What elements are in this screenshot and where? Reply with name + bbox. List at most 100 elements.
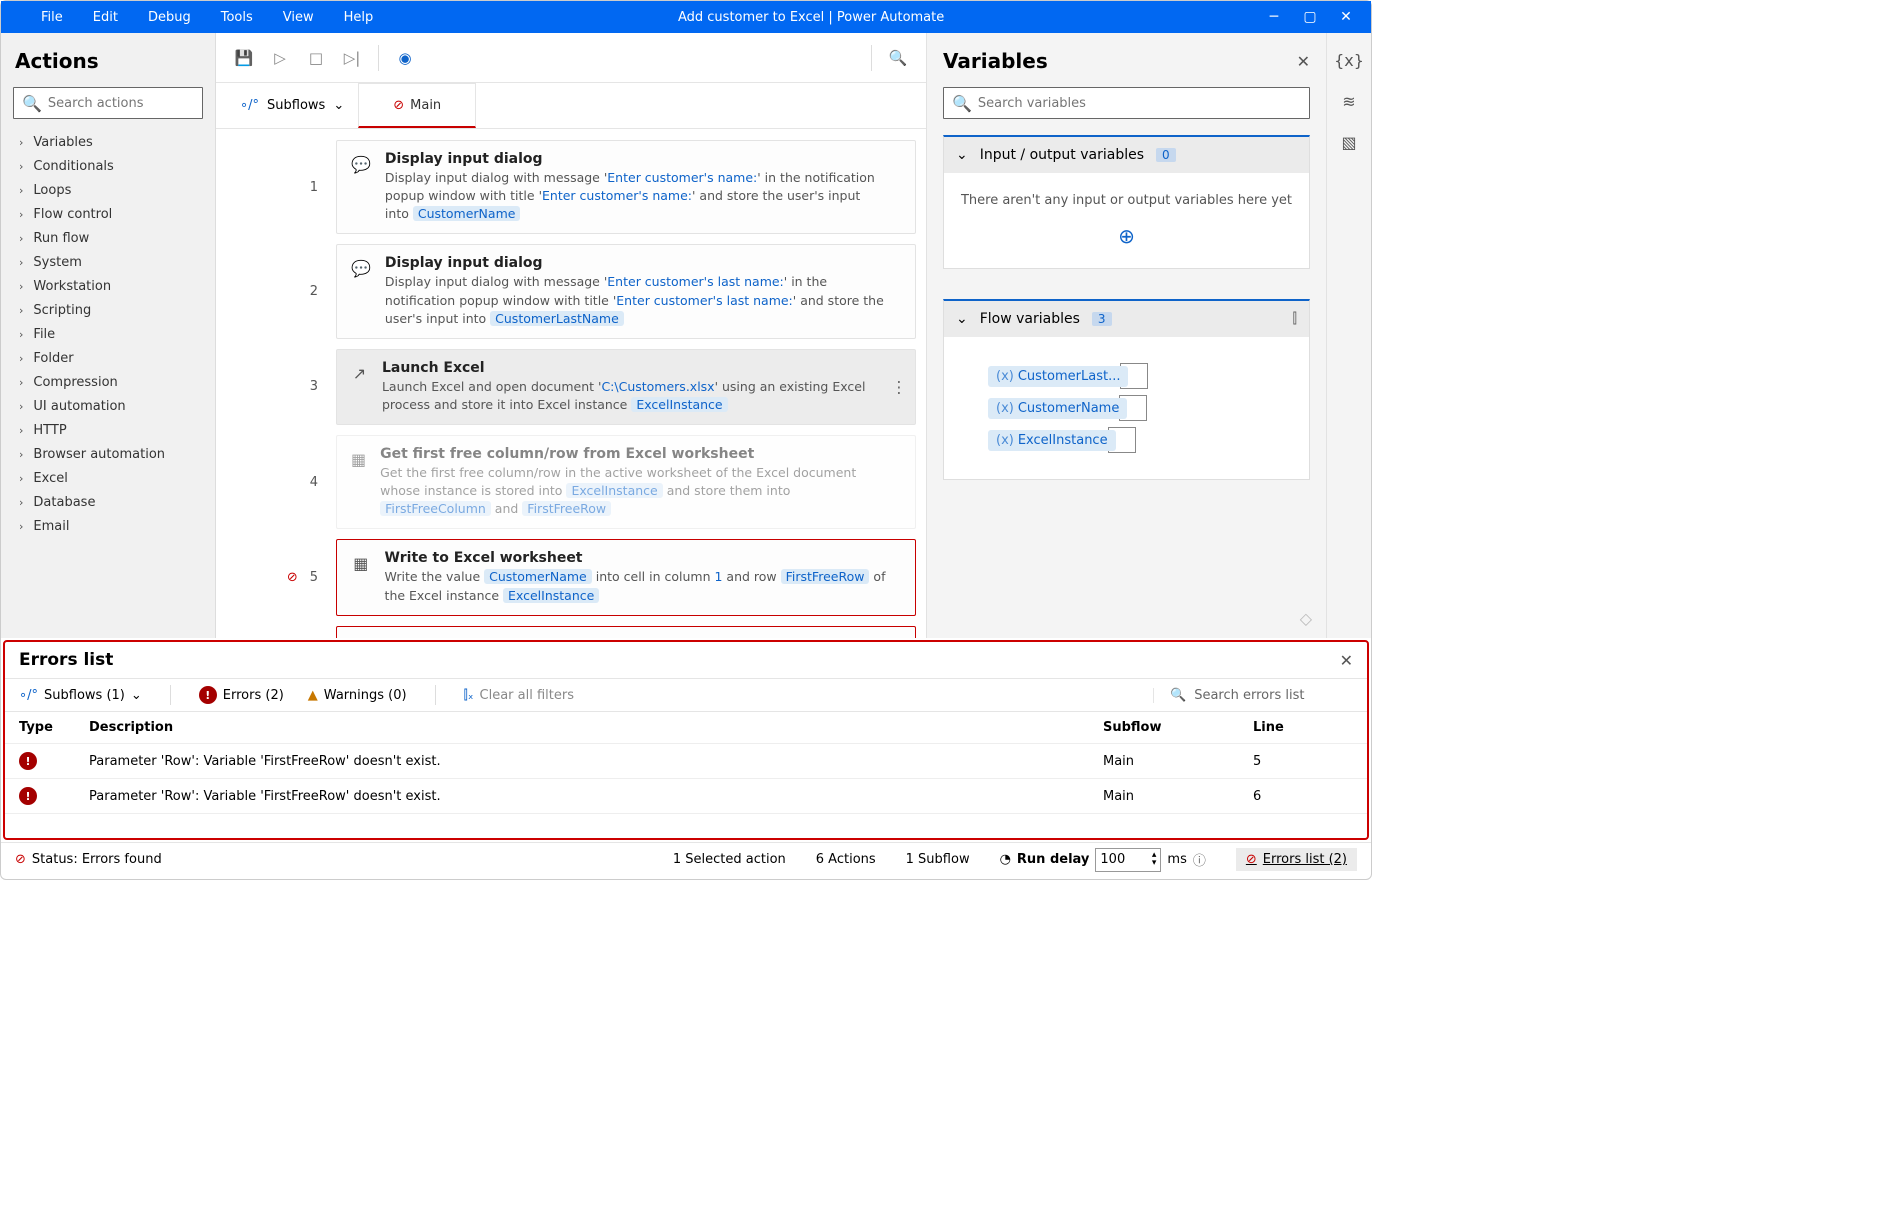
search-variables[interactable]: 🔍 — [943, 87, 1310, 119]
action-category-browser-automation[interactable]: ›Browser automation — [13, 447, 203, 462]
error-icon: ! — [199, 686, 217, 704]
minimize-icon[interactable]: ─ — [1263, 6, 1285, 28]
chevron-right-icon: › — [19, 400, 23, 413]
info-icon[interactable]: ⓘ — [1193, 850, 1206, 869]
action-category-scripting[interactable]: ›Scripting — [13, 303, 203, 318]
error-icon: ⊘ — [393, 98, 404, 113]
clear-filters-button[interactable]: ⫿ₓ Clear all filters — [464, 688, 574, 703]
chevron-right-icon: › — [19, 424, 23, 437]
run-delay-label: Run delay — [1017, 852, 1089, 867]
images-rail-icon[interactable]: ▧ — [1341, 133, 1356, 152]
close-variables-icon[interactable]: ✕ — [1297, 52, 1310, 71]
flow-step[interactable]: ▦Get first free column/row from Excel wo… — [336, 435, 916, 529]
next-step-icon[interactable]: ▷| — [338, 44, 366, 72]
menu-tools[interactable]: Tools — [221, 10, 253, 25]
status-subflow: 1 Subflow — [906, 852, 970, 867]
search-actions[interactable]: 🔍 — [13, 87, 203, 119]
error-line: 5 — [1253, 754, 1353, 769]
chevron-right-icon: › — [19, 184, 23, 197]
action-category-email[interactable]: ›Email — [13, 519, 203, 534]
add-io-variable-icon[interactable]: ⊕ — [954, 224, 1299, 248]
step-type-icon: 💬 — [351, 255, 371, 327]
menu-view[interactable]: View — [283, 10, 314, 25]
step-type-icon: 💬 — [351, 151, 371, 223]
subflows-button[interactable]: ∘/° Subflows ⌄ — [226, 83, 358, 128]
warnings-filter[interactable]: ▲ Warnings (0) — [308, 688, 407, 703]
spinner-icon[interactable]: ▴▾ — [1152, 852, 1157, 866]
run-icon[interactable]: ▷ — [266, 44, 294, 72]
search-actions-input[interactable] — [48, 96, 218, 111]
filter-icon[interactable]: ⫿ — [1293, 311, 1297, 327]
stop-icon[interactable]: □ — [302, 44, 330, 72]
subflows-filter[interactable]: ∘/° Subflows (1) ⌄ — [19, 688, 142, 703]
action-category-flow-control[interactable]: ›Flow control — [13, 207, 203, 222]
errors-title: Errors list — [19, 650, 113, 670]
subflow-icon: ∘/° — [240, 98, 259, 113]
maximize-icon[interactable]: ▢ — [1299, 6, 1321, 28]
col-subflow: Subflow — [1103, 720, 1253, 735]
action-category-compression[interactable]: ›Compression — [13, 375, 203, 390]
kebab-icon[interactable]: ⋮ — [891, 377, 907, 396]
flow-variable[interactable]: (x) CustomerLast... — [954, 363, 1299, 389]
action-category-ui-automation[interactable]: ›UI automation — [13, 399, 203, 414]
search-variables-input[interactable] — [978, 96, 1301, 111]
menu-debug[interactable]: Debug — [148, 10, 191, 25]
status-error-icon: ⊘ — [15, 852, 26, 867]
flow-step[interactable]: ↗Launch ExcelLaunch Excel and open docum… — [336, 349, 916, 425]
menu-edit[interactable]: Edit — [93, 10, 118, 25]
flow-step[interactable]: ▦Write to Excel worksheetWrite the value… — [336, 626, 916, 638]
right-rail: {x} ≋ ▧ — [1326, 33, 1371, 638]
tab-main[interactable]: ⊘ Main — [358, 83, 476, 128]
action-category-folder[interactable]: ›Folder — [13, 351, 203, 366]
chevron-down-icon: ⌄ — [333, 98, 344, 113]
action-category-loops[interactable]: ›Loops — [13, 183, 203, 198]
close-icon[interactable]: ✕ — [1335, 6, 1357, 28]
layers-rail-icon[interactable]: ≋ — [1342, 92, 1355, 111]
step-type-icon: ▦ — [351, 446, 366, 518]
flow-count-badge: 3 — [1092, 312, 1112, 326]
search-errors[interactable]: 🔍 Search errors list — [1153, 688, 1353, 703]
flow-step[interactable]: 💬Display input dialogDisplay input dialo… — [336, 244, 916, 338]
chevron-right-icon: › — [19, 448, 23, 461]
menu-file[interactable]: File — [41, 10, 63, 25]
variables-rail-icon[interactable]: {x} — [1334, 51, 1364, 70]
action-category-database[interactable]: ›Database — [13, 495, 203, 510]
chevron-right-icon: › — [19, 304, 23, 317]
flow-variables-header[interactable]: ⌄ Flow variables 3 ⫿ — [944, 301, 1309, 337]
save-icon[interactable]: 💾 — [230, 44, 258, 72]
action-category-variables[interactable]: ›Variables — [13, 135, 203, 150]
step-type-icon: ▦ — [351, 550, 371, 604]
io-variables-header[interactable]: ⌄ Input / output variables 0 — [944, 137, 1309, 173]
error-row[interactable]: !Parameter 'Row': Variable 'FirstFreeRow… — [5, 744, 1367, 779]
search-icon: 🔍 — [1170, 688, 1186, 703]
action-category-conditionals[interactable]: ›Conditionals — [13, 159, 203, 174]
variables-panel: Variables ✕ 🔍 ⌄ Input / output variables… — [926, 33, 1326, 638]
search-icon: 🔍 — [22, 94, 42, 113]
canvas-search-icon[interactable]: 🔍 — [884, 44, 912, 72]
action-category-workstation[interactable]: ›Workstation — [13, 279, 203, 294]
action-category-http[interactable]: ›HTTP — [13, 423, 203, 438]
action-category-excel[interactable]: ›Excel — [13, 471, 203, 486]
close-errors-icon[interactable]: ✕ — [1340, 651, 1353, 670]
flow-variable[interactable]: (x) ExcelInstance — [954, 427, 1299, 453]
col-type: Type — [19, 720, 89, 735]
errors-filter[interactable]: ! Errors (2) — [199, 686, 284, 704]
menu-help[interactable]: Help — [344, 10, 374, 25]
step-number: 1 — [310, 180, 318, 195]
action-category-file[interactable]: ›File — [13, 327, 203, 342]
flow-step[interactable]: 💬Display input dialogDisplay input dialo… — [336, 140, 916, 234]
run-delay-input[interactable]: 100 ▴▾ — [1095, 848, 1161, 872]
record-icon[interactable]: ◉ — [391, 44, 419, 72]
flow-variable[interactable]: (x) CustomerName — [954, 395, 1299, 421]
actions-panel: Actions 🔍 ›Variables›Conditionals›Loops›… — [1, 33, 216, 638]
step-title: Display input dialog — [385, 255, 887, 271]
eraser-icon[interactable]: ◇ — [1300, 609, 1312, 628]
error-row[interactable]: !Parameter 'Row': Variable 'FirstFreeRow… — [5, 779, 1367, 814]
action-category-system[interactable]: ›System — [13, 255, 203, 270]
status-text: Status: Errors found — [32, 852, 162, 867]
status-errors-link[interactable]: ⊘ Errors list (2) — [1236, 848, 1357, 871]
action-category-run-flow[interactable]: ›Run flow — [13, 231, 203, 246]
flow-step[interactable]: ▦Write to Excel worksheetWrite the value… — [336, 539, 916, 615]
status-selected: 1 Selected action — [673, 852, 786, 867]
chevron-right-icon: › — [19, 136, 23, 149]
